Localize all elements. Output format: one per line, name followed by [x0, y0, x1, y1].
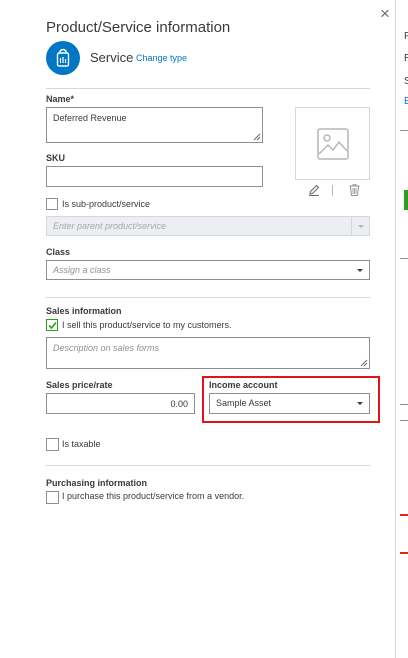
class-label: Class: [46, 247, 71, 257]
parent-product-select[interactable]: Enter parent product/service: [46, 216, 370, 236]
taxable-label: Is taxable: [62, 439, 101, 449]
name-field-value: Deferred Revenue: [53, 113, 127, 123]
image-tools: [308, 184, 368, 198]
panel-title: Product/Service information: [46, 19, 231, 36]
name-label: Name*: [46, 94, 75, 104]
service-bag-icon: [46, 41, 80, 75]
sub-product-label: Is sub-product/service: [62, 199, 151, 209]
background-red-line: [400, 552, 408, 554]
purchase-checkbox-label: I purchase this product/service from a v…: [62, 491, 245, 501]
sales-description-field[interactable]: Description on sales forms: [46, 337, 370, 369]
background-page-text: E: [404, 96, 408, 107]
sell-checkbox[interactable]: [46, 319, 58, 331]
purchasing-section-label: Purchasing information: [46, 478, 148, 488]
image-upload-box[interactable]: [295, 107, 370, 180]
resize-grip-icon[interactable]: [360, 359, 368, 367]
purchase-checkbox[interactable]: [46, 491, 59, 504]
background-divider: [400, 420, 408, 421]
checkmark-icon: [48, 321, 57, 330]
resize-grip-icon[interactable]: [253, 133, 261, 141]
section-divider: [46, 465, 370, 466]
sell-checkbox-label: I sell this product/service to my custom…: [62, 320, 232, 330]
name-field[interactable]: Deferred Revenue: [46, 107, 263, 143]
background-green-bar: [404, 190, 408, 210]
highlight-box: [202, 376, 380, 423]
change-type-link[interactable]: Change type: [136, 53, 187, 63]
pencil-icon[interactable]: [308, 184, 320, 196]
tool-separator: [332, 185, 333, 196]
background-page-text: R: [404, 53, 408, 64]
sales-rate-label: Sales price/rate: [46, 380, 113, 390]
sales-description-placeholder: Description on sales forms: [53, 343, 160, 353]
trash-icon[interactable]: [349, 184, 360, 196]
app-root: F R S E × Product/Service information Se…: [0, 0, 408, 658]
sub-product-checkbox[interactable]: [46, 198, 58, 210]
background-divider: [400, 404, 408, 405]
background-red-line: [400, 514, 408, 516]
background-page: F R S E: [395, 0, 408, 658]
sku-label: SKU: [46, 153, 66, 163]
taxable-checkbox[interactable]: [46, 438, 59, 451]
chevron-down-icon: [351, 217, 369, 235]
class-placeholder: Assign a class: [53, 265, 111, 275]
sales-section-label: Sales information: [46, 306, 122, 316]
section-divider: [46, 88, 370, 89]
background-divider: [400, 130, 408, 131]
product-service-panel: × Product/Service information Service Ch…: [0, 0, 396, 658]
background-page-text: S: [404, 76, 408, 87]
close-icon[interactable]: ×: [380, 5, 390, 22]
class-select[interactable]: Assign a class: [46, 260, 370, 280]
section-divider: [46, 297, 370, 298]
sku-field[interactable]: [46, 166, 263, 187]
background-divider: [400, 258, 408, 259]
image-placeholder-icon: [317, 128, 349, 160]
parent-product-placeholder: Enter parent product/service: [53, 221, 167, 231]
sales-rate-field[interactable]: 0.00: [46, 393, 195, 414]
chevron-down-icon: [351, 261, 369, 279]
item-type-name: Service: [90, 50, 134, 65]
background-page-text: F: [404, 31, 408, 42]
